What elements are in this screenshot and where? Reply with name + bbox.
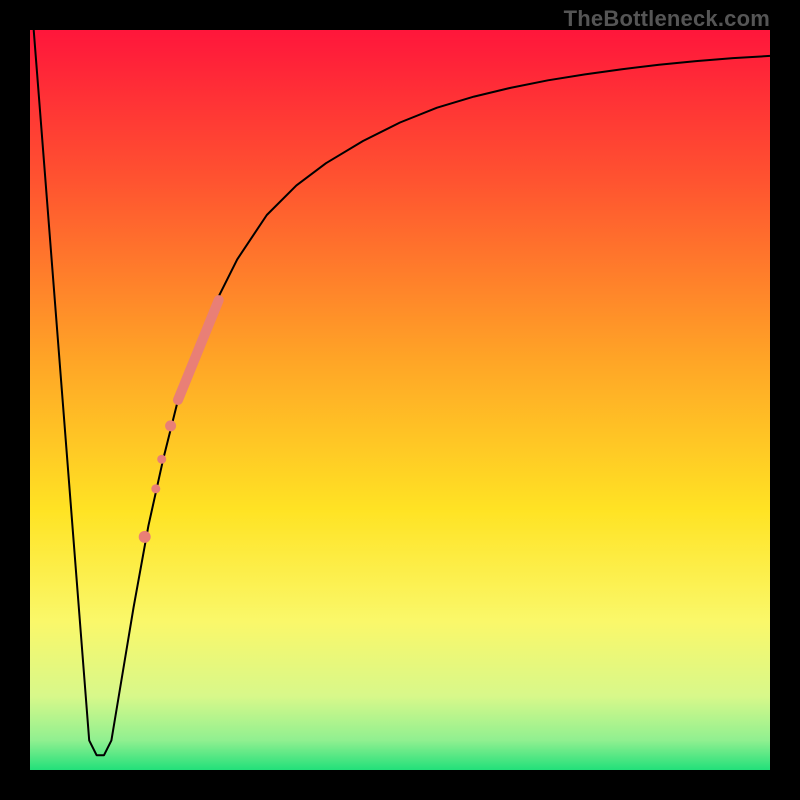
chart-background [30, 30, 770, 770]
dot-4 [139, 531, 151, 543]
chart-container: TheBottleneck.com [0, 0, 800, 800]
dot-1 [165, 420, 176, 431]
dot-2 [157, 455, 166, 464]
watermark-text: TheBottleneck.com [564, 6, 770, 32]
chart-svg [30, 30, 770, 770]
dot-3 [151, 484, 160, 493]
